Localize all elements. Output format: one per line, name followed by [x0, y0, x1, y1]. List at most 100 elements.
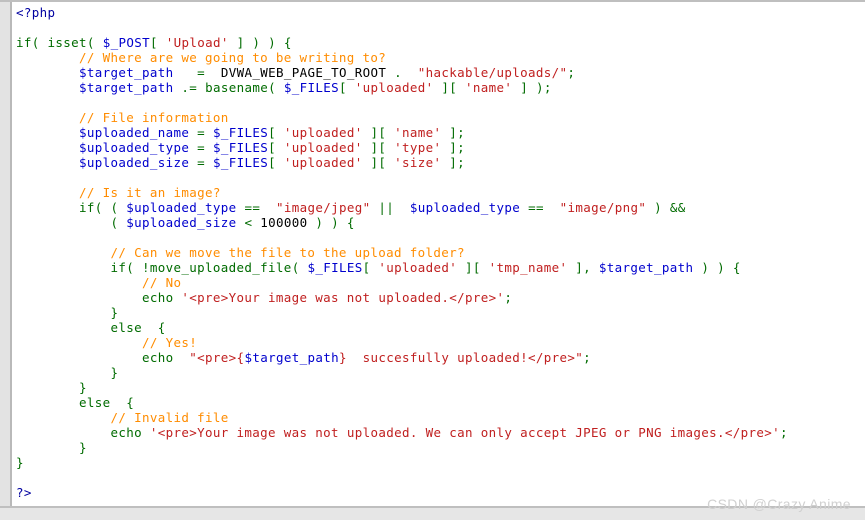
code-token-str: "<pre>{	[189, 350, 245, 365]
code-line: echo '<pre>Your image was not uploaded.<…	[16, 290, 865, 305]
code-token-kw: ];	[441, 140, 466, 155]
code-line: // Where are we going to be writing to?	[16, 50, 865, 65]
code-token-kw: (	[110, 215, 127, 230]
code-token-kw: ],	[567, 260, 599, 275]
code-token-str: 'tmp_name'	[488, 260, 568, 275]
code-content-area[interactable]: <?php if( isset( $_POST[ 'Upload' ] ) ) …	[16, 5, 865, 506]
code-token-kw: ] );	[512, 80, 552, 95]
code-token-com: // No	[142, 275, 182, 290]
code-token-kw: }	[79, 440, 87, 455]
code-token-kw: ==	[244, 200, 261, 215]
code-token-str: "hackable/uploads/"	[417, 65, 568, 80]
code-token-kw: [	[362, 260, 379, 275]
code-token-str: '<pre>Your image was not uploaded.</pre>…	[181, 290, 505, 305]
code-token-kw: if	[16, 35, 32, 50]
code-line: }	[16, 365, 865, 380]
code-token-str: 'uploaded'	[283, 155, 363, 170]
code-viewer-panel[interactable]: <?php if( isset( $_POST[ 'Upload' ] ) ) …	[0, 0, 865, 508]
code-line: $uploaded_type = $_FILES[ 'uploaded' ][ …	[16, 140, 865, 155]
code-line: ?>	[16, 485, 865, 500]
code-token-str: '<pre>Your image was not uploaded. We ca…	[149, 425, 780, 440]
code-token-kw: if	[110, 260, 127, 275]
code-token-php: <?php	[16, 5, 56, 20]
code-token-kw: ][	[433, 80, 466, 95]
code-token-kw: (	[31, 35, 48, 50]
code-line: echo '<pre>Your image was not uploaded. …	[16, 425, 865, 440]
code-token-kw: }	[110, 305, 119, 320]
code-token-kw: [	[268, 125, 284, 140]
code-token-kw: ==	[528, 200, 544, 215]
code-token-kw: ] ) ) {	[228, 35, 292, 50]
code-line: ( $uploaded_size < 100000 ) ) {	[16, 215, 865, 230]
code-token-kw: ;	[504, 290, 513, 305]
code-token-var: $uploaded_type	[126, 200, 237, 215]
code-token-kw: =	[197, 155, 206, 170]
code-token-kw: basename	[205, 80, 269, 95]
code-token-var: $uploaded_name	[79, 125, 190, 140]
code-token-kw: [	[149, 35, 166, 50]
code-line: // No	[16, 275, 865, 290]
code-token-com: // Invalid file	[110, 410, 229, 425]
code-token-var: $target_path	[244, 350, 339, 365]
code-token-kw: ( (	[94, 200, 127, 215]
code-line: // File information	[16, 110, 865, 125]
code-line: }	[16, 455, 865, 470]
code-token-plain: 100000	[260, 215, 308, 230]
code-token-kw: }	[110, 365, 119, 380]
code-token-kw: else	[79, 395, 111, 410]
code-token-kw: (	[86, 35, 103, 50]
code-token-kw: =	[197, 140, 206, 155]
code-token-kw: ||	[378, 200, 395, 215]
code-token-com: // Yes!	[142, 335, 198, 350]
code-token-kw: [	[268, 140, 284, 155]
code-line: if( ( $uploaded_type == "image/jpeg" || …	[16, 200, 865, 215]
code-token-var: $uploaded_type	[79, 140, 190, 155]
code-token-var: $_POST	[102, 35, 150, 50]
code-token-kw: !move_uploaded_file	[142, 260, 292, 275]
code-token-var: $uploaded_size	[126, 215, 237, 230]
code-token-var: $uploaded_type	[409, 200, 521, 215]
code-token-kw: ][	[362, 140, 395, 155]
code-line: // Invalid file	[16, 410, 865, 425]
code-line: $uploaded_size = $_FILES[ 'uploaded' ][ …	[16, 155, 865, 170]
code-line: // Can we move the file to the upload fo…	[16, 245, 865, 260]
code-token-kw: ][	[362, 125, 395, 140]
code-token-var: $_FILES	[212, 140, 269, 155]
code-token-kw: [	[339, 80, 355, 95]
code-token-com: // Where are we going to be writing to?	[79, 50, 387, 65]
code-token-kw: if	[79, 200, 95, 215]
code-token-kw: ];	[441, 155, 466, 170]
code-line: $target_path .= basename( $_FILES[ 'uplo…	[16, 80, 865, 95]
code-token-kw: echo	[142, 350, 174, 365]
code-line: // Yes!	[16, 335, 865, 350]
